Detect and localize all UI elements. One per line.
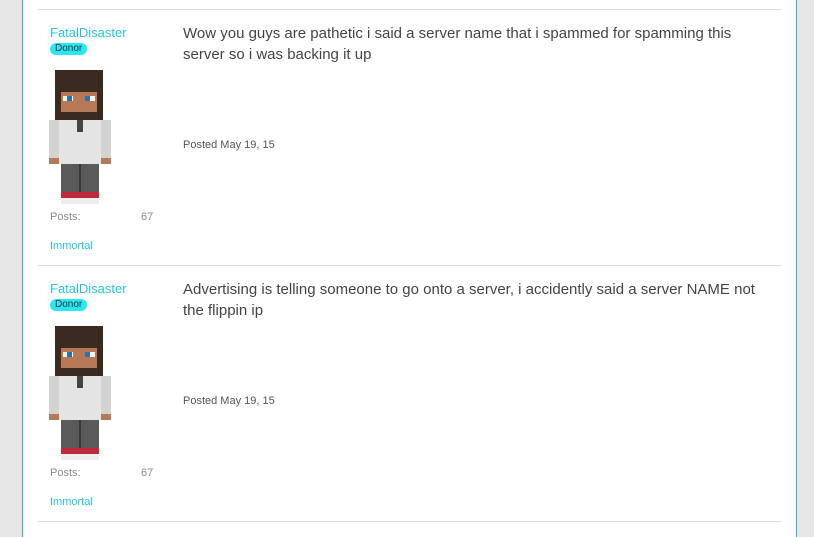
donor-badge: Donor (50, 43, 88, 55)
member-rank: Immortal (50, 496, 93, 508)
post-count-label: Posts: (50, 467, 81, 479)
post-count-value: 67 (141, 467, 154, 479)
member-rank: Immortal (50, 240, 93, 252)
minecraft-skin-avatar[interactable] (49, 322, 111, 462)
forum-thread: FatalDisaster Donor Posts: 67 Immortal W… (22, 0, 797, 537)
forum-post: FatalDisaster Donor Posts: 67 Immortal W… (23, 10, 796, 266)
donor-badge: Donor (50, 299, 88, 311)
post-body: Wow you guys are pathetic i said a serve… (183, 25, 732, 63)
post-author-link[interactable]: FatalDisaster (50, 281, 127, 296)
post-body: Advertising is telling someone to go ont… (183, 281, 755, 319)
minecraft-skin-avatar[interactable] (49, 66, 111, 206)
forum-post: FatalDisaster Donor Posts: 67 Immortal A… (23, 266, 796, 522)
post-count-label: Posts: (50, 211, 81, 223)
post-count-value: 67 (141, 211, 154, 223)
post-date[interactable]: Posted May 19, 15 (183, 395, 275, 407)
post-date[interactable]: Posted May 19, 15 (183, 139, 275, 151)
post-author-link[interactable]: FatalDisaster (50, 25, 127, 40)
post-divider (37, 521, 782, 522)
